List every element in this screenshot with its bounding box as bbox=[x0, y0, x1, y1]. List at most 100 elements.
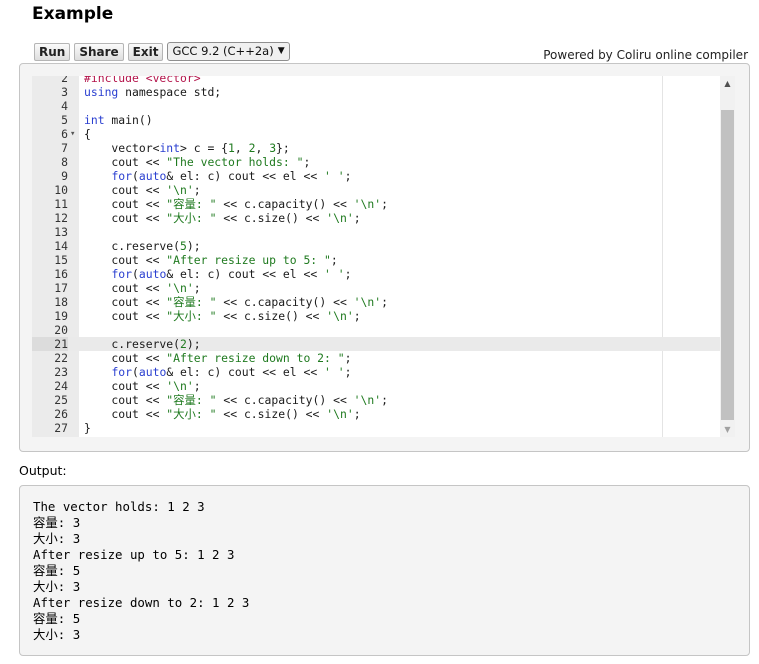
code-text: cout << "After resize down to 2: "; bbox=[84, 351, 351, 365]
code-text: cout << "After resize up to 5: "; bbox=[84, 253, 337, 267]
code-token: ; bbox=[381, 197, 388, 211]
code-token: , bbox=[234, 141, 249, 155]
code-token: << c.capacity() << bbox=[216, 197, 354, 211]
code-token: ; bbox=[193, 379, 201, 393]
chevron-down-icon: ▼ bbox=[277, 46, 285, 56]
code-token: cout << bbox=[84, 295, 167, 309]
code-token: << c.size() << bbox=[216, 407, 327, 421]
compiler-select[interactable]: GCC 9.2 (C++2a) ▼ bbox=[167, 42, 290, 61]
code-line[interactable]: 6 ▾ { bbox=[32, 127, 720, 141]
code-line[interactable]: 3 using namespace std; bbox=[32, 85, 720, 99]
line-number: 7 bbox=[61, 141, 68, 155]
code-token: ( bbox=[132, 267, 139, 281]
code-line[interactable]: 21 c.reserve(2); bbox=[32, 337, 720, 351]
triangle-up-icon[interactable]: ▲ bbox=[720, 76, 735, 91]
code-line[interactable]: 7 vector<int> c = {1, 2, 3}; bbox=[32, 141, 720, 155]
code-line[interactable]: 27} bbox=[32, 421, 720, 435]
line-number: 21 bbox=[32, 337, 68, 351]
code-line[interactable]: 4 bbox=[32, 99, 720, 113]
code-token: , bbox=[255, 141, 270, 155]
code-token: '\n' bbox=[353, 393, 382, 407]
scrollbar-thumb[interactable] bbox=[721, 110, 734, 420]
code-token: main() bbox=[104, 113, 153, 127]
fold-arrow-icon[interactable]: ▾ bbox=[70, 127, 75, 141]
code-token: "大小: " bbox=[166, 407, 217, 421]
code-token: '\n' bbox=[326, 407, 354, 421]
code-text: for(auto& el: c) cout << el << ' '; bbox=[84, 365, 351, 379]
code-line[interactable]: 16 for(auto& el: c) cout << el << ' '; bbox=[32, 267, 720, 281]
code-line[interactable]: 12 cout << "大小: " << c.size() << '\n'; bbox=[32, 211, 720, 225]
code-text: cout << "容量: " << c.capacity() << '\n'; bbox=[84, 197, 388, 211]
code-line[interactable]: 14 c.reserve(5); bbox=[32, 239, 720, 253]
code-token: for bbox=[111, 169, 133, 183]
run-button[interactable]: Run bbox=[34, 42, 71, 61]
code-token: "大小: " bbox=[166, 309, 217, 323]
code-line[interactable]: 11 cout << "容量: " << c.capacity() << '\n… bbox=[32, 197, 720, 211]
code-line[interactable]: 15 cout << "After resize up to 5: "; bbox=[32, 253, 720, 267]
output-line: 容量: 5 bbox=[33, 611, 81, 626]
code-token: '\n' bbox=[353, 197, 382, 211]
exit-button[interactable]: Exit bbox=[127, 42, 164, 61]
code-token: vector< bbox=[84, 141, 160, 155]
output-label: Output: bbox=[19, 463, 67, 478]
code-token: int bbox=[84, 113, 105, 127]
line-number: 12 bbox=[54, 211, 68, 225]
code-line[interactable]: 19 cout << "大小: " << c.size() << '\n'; bbox=[32, 309, 720, 323]
code-token: ; bbox=[381, 393, 388, 407]
code-line[interactable]: 10 cout << '\n'; bbox=[32, 183, 720, 197]
code-token: cout << bbox=[84, 351, 167, 365]
output-line: 大小: 3 bbox=[33, 579, 81, 594]
code-text: cout << "大小: " << c.size() << '\n'; bbox=[84, 407, 360, 421]
code-text: vector<int> c = {1, 2, 3}; bbox=[84, 141, 289, 155]
code-token: ); bbox=[186, 337, 201, 351]
code-token: ' ' bbox=[324, 365, 345, 379]
code-text: for(auto& el: c) cout << el << ' '; bbox=[84, 169, 351, 183]
line-number: 14 bbox=[54, 239, 68, 253]
code-editor[interactable]: 2 #include <vector> 3 using namespace std; 4… bbox=[32, 76, 720, 437]
code-line[interactable]: 8 cout << "The vector holds: "; bbox=[32, 155, 720, 169]
code-line[interactable]: 18 cout << "容量: " << c.capacity() << '\n… bbox=[32, 295, 720, 309]
code-token: auto bbox=[138, 169, 167, 183]
line-number: 23 bbox=[54, 365, 68, 379]
page-title: Example bbox=[32, 4, 114, 24]
code-text: cout << "容量: " << c.capacity() << '\n'; bbox=[84, 295, 388, 309]
code-line[interactable]: 25 cout << "容量: " << c.capacity() << '\n… bbox=[32, 393, 720, 407]
code-line[interactable]: 24 cout << '\n'; bbox=[32, 379, 720, 393]
editor-scrollbar[interactable]: ▲ ▼ bbox=[720, 76, 735, 437]
output-line: After resize down to 2: 1 2 3 bbox=[33, 595, 250, 610]
code-line[interactable]: 9 for(auto& el: c) cout << el << ' '; bbox=[32, 169, 720, 183]
triangle-down-icon[interactable]: ▼ bbox=[720, 422, 735, 437]
code-token: << c.capacity() << bbox=[216, 393, 354, 407]
line-number: 4 bbox=[61, 99, 68, 113]
code-token: int bbox=[159, 141, 181, 155]
line-number: 20 bbox=[54, 323, 68, 337]
code-token: c.reserve( bbox=[84, 239, 181, 253]
code-line[interactable]: 13 bbox=[32, 225, 720, 239]
coliru-link[interactable]: Coliru online compiler bbox=[617, 48, 748, 62]
code-text: } bbox=[84, 421, 91, 435]
code-token: & el: c) cout << el << bbox=[166, 169, 325, 183]
code-token: for bbox=[111, 267, 133, 281]
line-number: 18 bbox=[54, 295, 68, 309]
code-line[interactable]: 17 cout << '\n'; bbox=[32, 281, 720, 295]
code-token: ; bbox=[193, 183, 201, 197]
line-number: 22 bbox=[54, 351, 68, 365]
code-line[interactable]: 5 int main() bbox=[32, 113, 720, 127]
code-token: cout << bbox=[84, 155, 167, 169]
code-line[interactable]: 23 for(auto& el: c) cout << el << ' '; bbox=[32, 365, 720, 379]
code-line[interactable]: 22 cout << "After resize down to 2: "; bbox=[32, 351, 720, 365]
code-text: cout << "容量: " << c.capacity() << '\n'; bbox=[84, 393, 388, 407]
code-line[interactable]: 20 bbox=[32, 323, 720, 337]
code-token: ; bbox=[193, 281, 201, 295]
share-button[interactable]: Share bbox=[74, 42, 124, 61]
code-token: using bbox=[84, 85, 119, 99]
code-token: ; bbox=[381, 295, 388, 309]
code-token: '\n' bbox=[326, 309, 354, 323]
code-token: "大小: " bbox=[166, 211, 217, 225]
code-line[interactable]: 2 #include <vector> bbox=[32, 76, 720, 85]
code-token: << c.size() << bbox=[216, 211, 327, 225]
code-line[interactable]: 26 cout << "大小: " << c.size() << '\n'; bbox=[32, 407, 720, 421]
line-number: 17 bbox=[54, 281, 68, 295]
